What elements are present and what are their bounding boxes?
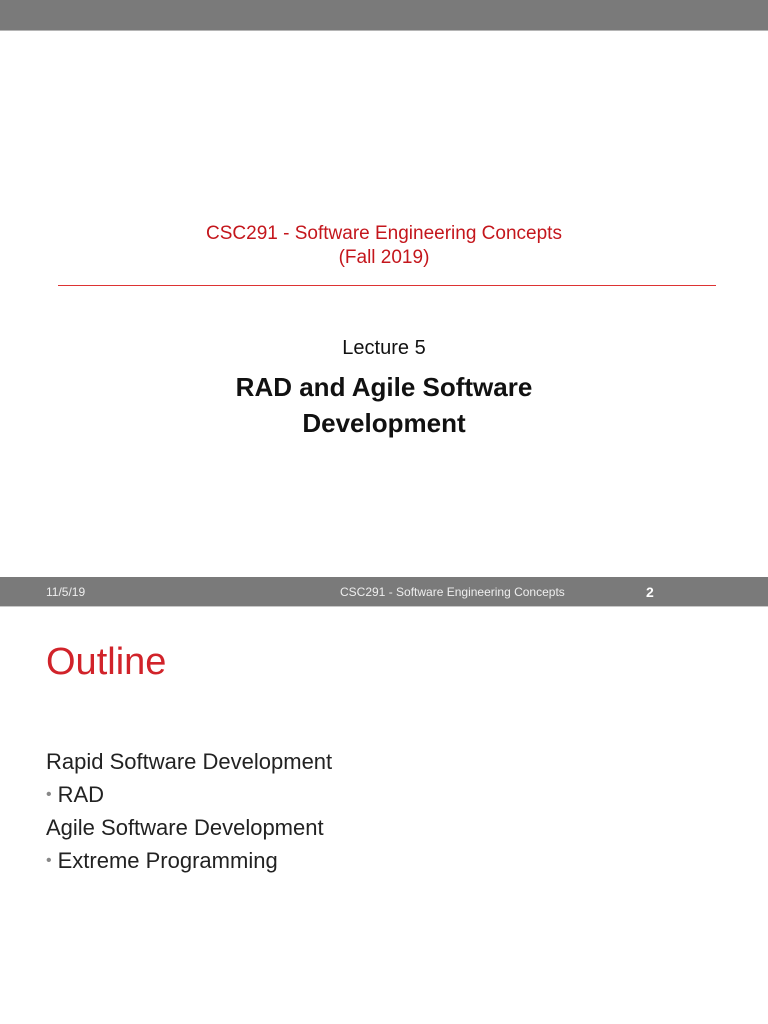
lecture-number: Lecture 5 xyxy=(342,337,426,359)
bullet-icon: • xyxy=(46,852,52,869)
slide-title: RAD and Agile Software Development xyxy=(0,369,768,441)
slide-footer: 11/5/19 CSC291 - Software Engineering Co… xyxy=(0,577,768,607)
list-item: Rapid Software Development xyxy=(46,749,333,774)
bullet-icon: • xyxy=(46,786,52,803)
title-line: Development xyxy=(302,408,466,438)
outline-heading: Outline xyxy=(46,641,167,683)
course-title: CSC291 - Software Engineering Concepts (… xyxy=(0,222,768,270)
list-item: • Extreme Programming xyxy=(46,848,278,873)
footer-course: CSC291 - Software Engineering Concepts xyxy=(340,585,565,599)
divider xyxy=(58,285,716,286)
top-bar xyxy=(0,0,768,31)
course-name: CSC291 - Software Engineering Concepts xyxy=(206,223,562,244)
list-item: • RAD xyxy=(46,782,105,807)
page-number: 2 xyxy=(646,584,654,600)
course-term: (Fall 2019) xyxy=(338,247,430,268)
list-item: Agile Software Development xyxy=(46,815,324,840)
title-line: RAD and Agile Software xyxy=(235,372,533,402)
footer-date: 11/5/19 xyxy=(46,585,86,599)
